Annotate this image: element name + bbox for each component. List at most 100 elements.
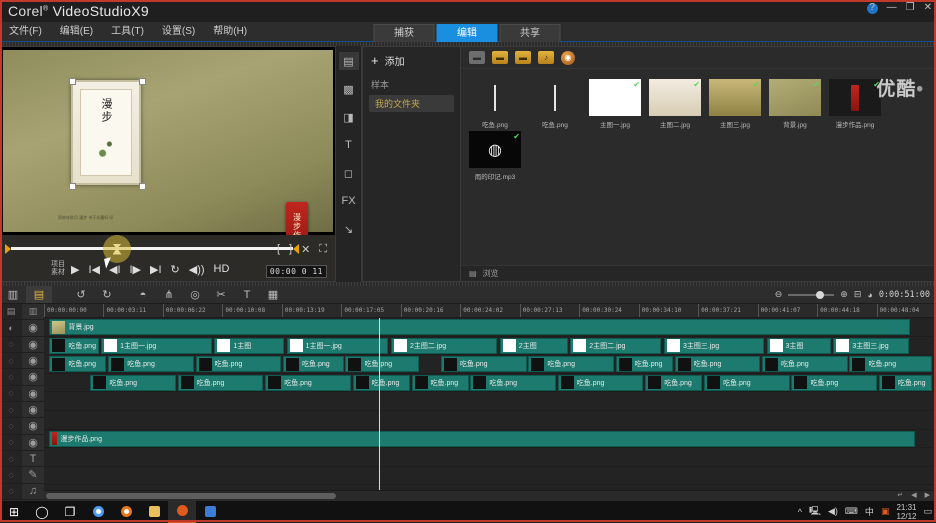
volume-icon[interactable]: ◀) bbox=[828, 506, 838, 517]
graphic-icon[interactable]: ◻ bbox=[339, 164, 359, 182]
list-item[interactable]: 吃鱼.png bbox=[529, 79, 581, 129]
videostudio-icon[interactable] bbox=[168, 500, 196, 523]
menu-item-tools[interactable]: 工具(T) bbox=[102, 22, 153, 42]
subtitle-editor-icon[interactable]: T bbox=[234, 286, 260, 303]
timeline-clip[interactable]: 吃鱼.png bbox=[49, 356, 107, 373]
timeline-clip[interactable]: 3主图 bbox=[766, 337, 831, 354]
list-item[interactable]: ✔ 主图一.jpg bbox=[589, 79, 641, 129]
zoom-in-icon[interactable]: ⊕ bbox=[840, 289, 848, 300]
cortana-search-icon[interactable]: ◯ bbox=[28, 501, 56, 523]
zoom-out-icon[interactable]: ⊖ bbox=[775, 289, 783, 300]
timeline-clip[interactable]: 吃鱼.png bbox=[645, 374, 703, 391]
timeline-clip[interactable]: 吃鱼.png bbox=[411, 374, 469, 391]
track-view-toggle-row[interactable]: ▤ bbox=[0, 304, 22, 321]
handle-bottom-left[interactable] bbox=[69, 183, 76, 190]
timeline-clip[interactable]: 吃鱼.png bbox=[791, 374, 878, 391]
tab-edit[interactable]: 编辑 bbox=[436, 24, 498, 42]
media-thumbnail[interactable]: ✔ bbox=[649, 79, 701, 116]
timeline-clip[interactable]: 吃鱼.png bbox=[49, 337, 100, 354]
menu-item-help[interactable]: 帮助(H) bbox=[204, 22, 256, 42]
fx-icon[interactable]: FX bbox=[339, 192, 359, 210]
timeline-clip[interactable]: 漫步作品.png bbox=[49, 430, 915, 447]
track-mute-ov5[interactable]: ◌ bbox=[0, 402, 22, 419]
timeline-clip[interactable]: 1主图一.jpg bbox=[101, 337, 212, 354]
timeline-clip[interactable]: 吃鱼.png bbox=[352, 374, 410, 391]
handle-top-left[interactable] bbox=[69, 78, 76, 85]
list-item[interactable]: 吃鱼.png bbox=[469, 79, 521, 129]
fit-project-icon[interactable]: ⊟ bbox=[854, 289, 862, 300]
media-thumbnail[interactable] bbox=[469, 79, 521, 116]
track-mute-title[interactable]: ◌ bbox=[0, 451, 22, 468]
video-icon[interactable]: ▬ bbox=[492, 51, 508, 64]
filter-icon[interactable]: ▩ bbox=[339, 80, 359, 98]
undo-icon[interactable]: ↺ bbox=[68, 286, 94, 303]
menu-item-edit[interactable]: 编辑(E) bbox=[51, 22, 102, 42]
track-header-overlay-1[interactable]: ◉ bbox=[22, 337, 44, 353]
mark-out-icon[interactable]: ] bbox=[289, 243, 292, 256]
scrollbar-thumb[interactable] bbox=[46, 493, 336, 499]
timeline-tracks[interactable]: 背景.jpg 吃鱼.png 1主图一.jpg 1主图 1主图一.jpg 2主图二.jpg 2… bbox=[44, 318, 936, 490]
timeline-clip[interactable]: 吃鱼.png bbox=[90, 374, 176, 391]
list-item[interactable]: ◍ ✔ 雨的印记.mp3 bbox=[469, 131, 521, 181]
timeline-track[interactable]: 背景.jpg bbox=[44, 318, 936, 337]
timeline-clip[interactable]: 吃鱼.png bbox=[177, 374, 264, 391]
storyboard-view-icon[interactable]: ▥ bbox=[0, 286, 26, 303]
timeline-clip[interactable]: 2主图 bbox=[499, 337, 568, 354]
track-header-music[interactable]: ♫ bbox=[22, 484, 44, 500]
track-mute-video[interactable]: ◐ bbox=[0, 320, 22, 337]
media-icon[interactable]: ▤ bbox=[338, 52, 359, 70]
track-header-overlay-5[interactable]: ◉ bbox=[22, 402, 44, 419]
multi-trim-icon[interactable]: ✂ bbox=[208, 286, 234, 303]
tab-capture[interactable]: 捕获 bbox=[373, 24, 435, 42]
path-icon[interactable]: ↘ bbox=[339, 220, 359, 238]
timeline-horizontal-scrollbar[interactable]: ↵ ◀ ▶ bbox=[44, 490, 936, 500]
add-folder-button[interactable]: + 添加 bbox=[363, 53, 460, 76]
clock-icon[interactable]: ◕ bbox=[867, 290, 872, 300]
track-mute-ov3[interactable]: ◌ bbox=[0, 369, 22, 386]
timeline-clip[interactable]: 吃鱼.png bbox=[878, 374, 932, 391]
timeline-clip[interactable]: 3主图三.jpg bbox=[833, 337, 910, 354]
mark-in-icon[interactable]: [ bbox=[277, 243, 280, 256]
timeline-track[interactable] bbox=[44, 392, 936, 411]
timeline-playhead[interactable] bbox=[378, 318, 380, 490]
volume-button[interactable]: ◀)) bbox=[189, 263, 205, 276]
tray-app-icon[interactable]: ▣ bbox=[881, 506, 890, 517]
track-header-video[interactable]: ◉ bbox=[22, 320, 44, 337]
home-button[interactable]: I◀ bbox=[88, 263, 100, 276]
help-icon[interactable]: ? bbox=[866, 2, 878, 14]
track-header-title[interactable]: T bbox=[22, 451, 44, 468]
preview-timecode[interactable]: 00:00 0 11 bbox=[265, 265, 327, 278]
zoom-slider[interactable] bbox=[788, 290, 835, 299]
timeline-track[interactable]: 吃鱼.png 吃鱼.png 吃鱼.png 吃鱼.png 吃鱼.png 吃鱼.png 吃鱼.p… bbox=[44, 374, 936, 393]
timeline-track[interactable]: 吃鱼.png 1主图一.jpg 1主图 1主图一.jpg 2主图二.jpg 2主图 2主图二… bbox=[44, 337, 936, 356]
timeline-clip[interactable]: 3主图三.jpg bbox=[663, 337, 764, 354]
list-item[interactable]: ✔ 主图二.jpg bbox=[649, 79, 701, 129]
timeline-clip[interactable]: 吃鱼.png bbox=[674, 356, 761, 373]
repeat-button[interactable]: ↻ bbox=[171, 263, 180, 276]
timeline-clip[interactable]: 吃鱼.png bbox=[615, 356, 673, 373]
media-thumbnail[interactable] bbox=[529, 79, 581, 116]
record-capture-icon[interactable]: ◓ bbox=[130, 286, 156, 303]
preview-scrubber[interactable] bbox=[5, 235, 299, 263]
timeline-clip[interactable]: 吃鱼.png bbox=[849, 356, 932, 373]
browse-icon[interactable]: ▤ bbox=[469, 269, 477, 278]
track-header-overlay-4[interactable]: ◉ bbox=[22, 386, 44, 402]
track-mute-voice[interactable]: ◌ bbox=[0, 467, 22, 484]
timeline-clip[interactable]: 吃鱼.png bbox=[195, 356, 282, 373]
trim-start-marker[interactable] bbox=[5, 244, 11, 254]
file-explorer-icon[interactable] bbox=[140, 501, 168, 523]
previous-frame-button[interactable]: ◀I bbox=[109, 263, 121, 276]
track-mute-ov6[interactable]: ◌ bbox=[0, 418, 22, 435]
list-item[interactable]: ✔ 主图三.jpg bbox=[709, 79, 761, 129]
preview-mode-toggle[interactable]: 项目 素材 bbox=[1, 261, 71, 277]
firefox-icon[interactable] bbox=[112, 501, 140, 523]
timeline-clip[interactable]: 2主图二.jpg bbox=[570, 337, 662, 354]
enlarge-icon[interactable]: ⛶ bbox=[319, 243, 327, 256]
transition-icon[interactable]: ◨ bbox=[339, 108, 359, 126]
close-icon[interactable]: ✕ bbox=[924, 2, 932, 14]
title-icon[interactable]: T bbox=[339, 136, 359, 154]
mix-audio-icon[interactable]: ⋔ bbox=[156, 286, 182, 303]
timeline-track[interactable] bbox=[44, 411, 936, 430]
track-header-overlay-6[interactable]: ◉ bbox=[22, 418, 44, 435]
redo-icon[interactable]: ↻ bbox=[94, 286, 120, 303]
